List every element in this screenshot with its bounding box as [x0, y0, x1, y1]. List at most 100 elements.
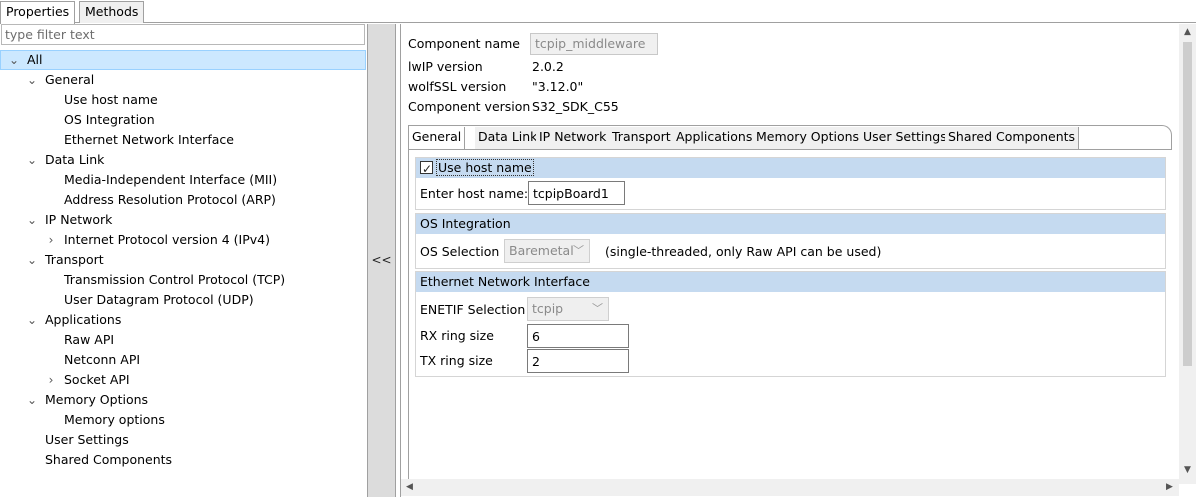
tree-item[interactable]: Address Resolution Protocol (ARP) [0, 190, 366, 210]
scroll-down-icon[interactable]: ▼ [1179, 462, 1196, 479]
tab-methods[interactable]: Methods [79, 1, 145, 23]
tree-item-label: Raw API [64, 332, 115, 347]
tree-item[interactable]: Netconn API [0, 350, 366, 370]
rx-ring-size-input[interactable] [527, 324, 629, 348]
component-version-value: S32_SDK_C55 [532, 99, 619, 114]
tree-item-label: Shared Components [45, 452, 173, 467]
lwip-version-value: 2.0.2 [532, 59, 564, 74]
use-host-name-checkbox[interactable]: ✓ [420, 161, 433, 176]
tab-user-settings[interactable]: User Settings [860, 127, 951, 149]
wolfssl-version-label: wolfSSL version [408, 79, 507, 94]
tree-item[interactable]: Transmission Control Protocol (TCP) [0, 270, 366, 290]
tree-item[interactable]: ⌄ General [0, 70, 366, 90]
tree-item-label: Media-Independent Interface (MII) [64, 172, 278, 187]
tree-item[interactable]: › Socket API [0, 370, 366, 390]
chevron-down-icon[interactable]: ⌄ [26, 310, 38, 330]
tab-transport[interactable]: Transport [609, 127, 675, 149]
os-selection-label: OS Selection [420, 244, 500, 259]
os-integration-section: OS Integration OS Selection Baremetal ﹀ … [415, 213, 1166, 269]
general-tab-content: ✓Use host name Enter host name: OS Integ… [408, 149, 1172, 489]
tree-item[interactable]: › Internet Protocol version 4 (IPv4) [0, 230, 366, 250]
host-name-input[interactable] [528, 181, 625, 205]
ethernet-interface-header: Ethernet Network Interface [416, 272, 1165, 292]
tx-ring-size-input[interactable] [527, 349, 629, 373]
wolfssl-version-value: "3.12.0" [532, 79, 584, 94]
chevron-down-icon: ﹀ [592, 302, 603, 315]
tree-item-label: General [45, 72, 95, 87]
tree-item[interactable]: ⌄ All [0, 50, 366, 70]
scroll-up-icon[interactable]: ▲ [1179, 24, 1196, 41]
properties-tree-panel: ⌄ All ⌄ General Use host name OS Integration E… [0, 24, 368, 497]
tab-shared-components[interactable]: Shared Components [945, 127, 1080, 149]
tree-item-label: OS Integration [64, 112, 155, 127]
chevron-right-icon[interactable]: › [45, 370, 57, 390]
filter-input[interactable] [1, 24, 365, 45]
tx-ring-size-label: TX ring size [420, 353, 493, 368]
tree-item[interactable]: ⌄ IP Network [0, 210, 366, 230]
os-selection-dropdown[interactable]: Baremetal ﹀ [504, 239, 590, 263]
component-name-label: Component name [408, 36, 520, 51]
tree-item-label: User Settings [45, 432, 129, 447]
component-name-field: tcpip_middleware [530, 33, 658, 55]
check-icon: ✓ [422, 162, 433, 176]
use-host-name-section: ✓ Use host name Enter host name: [415, 157, 1166, 210]
chevron-right-icon[interactable]: › [45, 230, 57, 250]
use-host-name-header: ✓ Use host name [416, 158, 1165, 178]
tab-general[interactable]: General [409, 127, 466, 149]
tree-item[interactable]: Media-Independent Interface (MII) [0, 170, 366, 190]
chevron-down-icon[interactable]: ⌄ [26, 250, 38, 270]
tree-item-label: Use host name [64, 92, 158, 107]
tree-item-label: Internet Protocol version 4 (IPv4) [64, 232, 270, 247]
tab-applications[interactable]: Applications [673, 127, 757, 149]
chevron-down-icon[interactable]: ⌄ [26, 150, 38, 170]
chevron-down-icon[interactable]: ⌄ [26, 70, 38, 90]
tree-item[interactable]: Raw API [0, 330, 366, 350]
tree-item[interactable]: Shared Components [0, 450, 366, 470]
tab-data-link[interactable]: Data Link [475, 127, 542, 149]
vertical-scrollbar[interactable]: ▲ ▼ [1179, 24, 1196, 484]
chevron-down-icon[interactable]: ⌄ [26, 210, 38, 230]
property-tree: ⌄ All ⌄ General Use host name OS Integration E… [0, 50, 366, 470]
tree-item-label: Transmission Control Protocol (TCP) [64, 272, 286, 287]
chevron-down-icon[interactable]: ⌄ [8, 51, 20, 71]
tab-strip-divider [0, 22, 1196, 23]
tree-item[interactable]: Use host name [0, 90, 366, 110]
component-version-label: Component version [408, 99, 531, 114]
host-name-label: Enter host name: [420, 186, 529, 201]
rx-ring-size-label: RX ring size [420, 328, 494, 343]
chevron-down-icon[interactable]: ⌄ [26, 390, 38, 410]
tree-item[interactable]: ⌄ Memory Options [0, 390, 366, 410]
tree-item-label: All [27, 52, 43, 67]
tab-ip-network[interactable]: IP Network [536, 127, 611, 149]
tree-item-label: IP Network [45, 212, 113, 227]
horizontal-scrollbar[interactable]: ◀ ▶ [401, 479, 1179, 496]
tab-memory-options[interactable]: Memory Options [753, 127, 864, 149]
tree-item[interactable]: OS Integration [0, 110, 366, 130]
tree-item[interactable]: ⌄ Transport [0, 250, 366, 270]
vertical-scroll-thumb[interactable] [1183, 42, 1192, 366]
settings-tab-strip: General Data Link IP Network Transport A… [408, 125, 1172, 149]
enetif-selection-value: tcpip [532, 301, 564, 316]
tree-item-label: Transport [45, 252, 104, 267]
tab-properties[interactable]: Properties [0, 1, 76, 24]
tree-item[interactable]: User Datagram Protocol (UDP) [0, 290, 366, 310]
tree-item-label: Memory options [64, 412, 165, 427]
tree-item[interactable]: Ethernet Network Interface [0, 130, 366, 150]
tree-item[interactable]: User Settings [0, 430, 366, 450]
tree-item[interactable]: ⌄ Data Link [0, 150, 366, 170]
ethernet-interface-section: Ethernet Network Interface ENETIF Select… [415, 271, 1166, 377]
os-selection-note: (single-threaded, only Raw API can be us… [605, 244, 882, 259]
chevron-down-icon: ﹀ [573, 244, 584, 257]
scroll-left-icon[interactable]: ◀ [401, 479, 418, 496]
view-tab-strip: Properties Methods [0, 0, 1196, 24]
enetif-selection-dropdown[interactable]: tcpip ﹀ [527, 297, 609, 321]
lwip-version-label: lwIP version [408, 59, 483, 74]
tree-item-label: Applications [45, 312, 122, 327]
tree-item-label: Netconn API [64, 352, 141, 367]
collapse-panel-button[interactable]: << [368, 24, 396, 497]
scroll-right-icon[interactable]: ▶ [1161, 479, 1178, 496]
tree-item[interactable]: ⌄ Applications [0, 310, 366, 330]
tree-item-label: Ethernet Network Interface [64, 132, 234, 147]
tree-item[interactable]: Memory options [0, 410, 366, 430]
use-host-name-label[interactable]: Use host name [436, 159, 534, 176]
